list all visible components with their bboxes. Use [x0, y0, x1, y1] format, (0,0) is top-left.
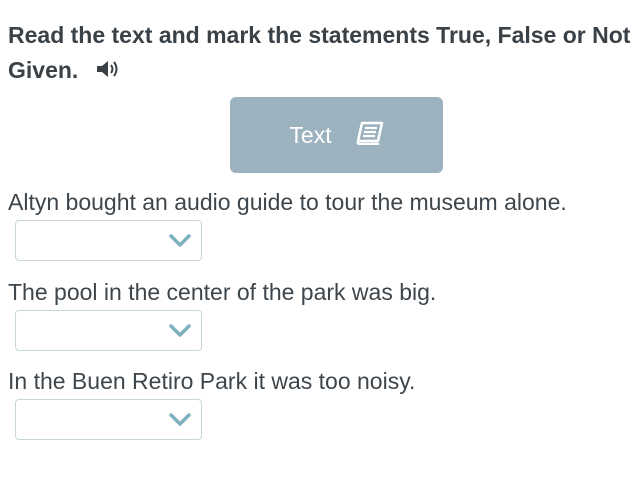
question-1-dropdown[interactable]: [15, 220, 202, 261]
chevron-down-icon: [169, 413, 191, 432]
question-2-statement: The pool in the center of the park was b…: [8, 279, 437, 305]
task-instruction: Read the text and mark the statements Tr…: [8, 18, 643, 90]
book-icon: [356, 121, 384, 150]
question-3-dropdown[interactable]: [15, 399, 202, 440]
question-3-statement: In the Buen Retiro Park it was too noisy…: [8, 368, 416, 394]
chevron-down-icon: [169, 324, 191, 343]
question-2-dropdown[interactable]: [15, 310, 202, 351]
chevron-down-icon: [169, 234, 191, 253]
text-button-label: Text: [289, 121, 332, 148]
text-button[interactable]: Text: [230, 97, 443, 173]
speaker-icon[interactable]: [95, 55, 121, 90]
question-1-statement: Altyn bought an audio guide to tour the …: [8, 189, 567, 215]
